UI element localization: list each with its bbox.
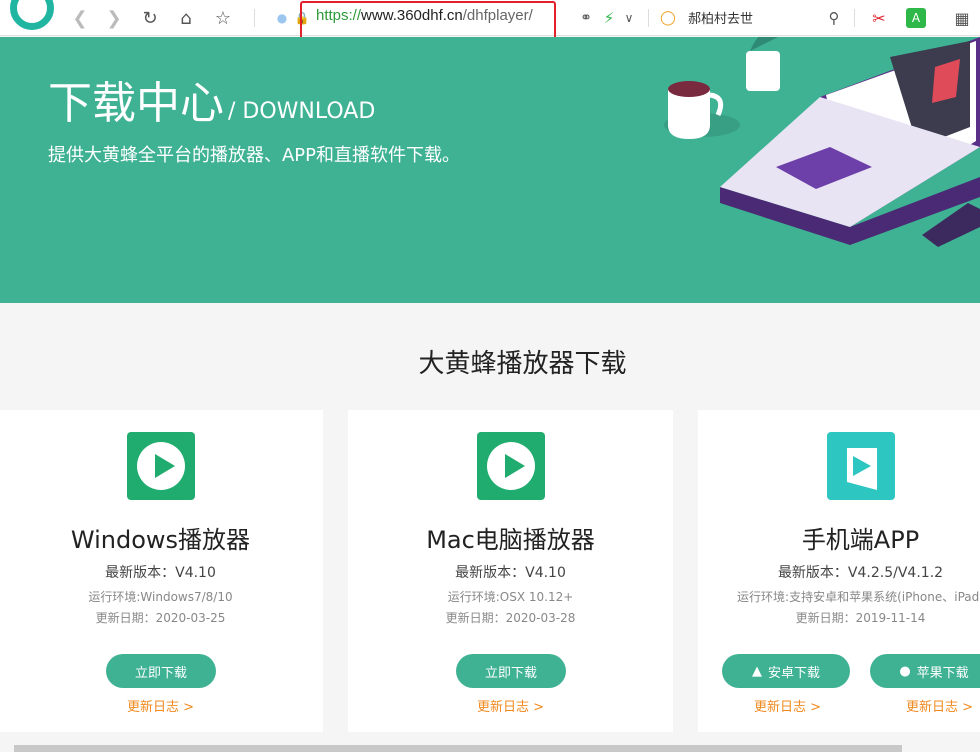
card-title: Windows播放器	[70, 526, 251, 554]
version-text: 最新版本：V4.10	[455, 565, 566, 581]
url-highlight-box	[300, 1, 556, 41]
ios-download-label: 苹果下载	[916, 665, 969, 681]
card-title: Mac电脑播放器	[426, 526, 595, 554]
download-card-windows: Windows播放器 最新版本：V4.10 运行环境:Windows7/8/10…	[0, 410, 323, 732]
reload-icon[interactable]: ↻	[138, 6, 162, 30]
hero-subtitle: 提供大黄蜂全平台的播放器、APP和直播软件下载。	[48, 145, 461, 166]
download-button[interactable]: 立即下载	[456, 654, 566, 688]
changelog-link[interactable]: 更新日志 >	[0, 696, 323, 715]
back-icon[interactable]: ❮	[68, 6, 92, 30]
chevron-down-icon[interactable]: ∨	[617, 6, 641, 30]
play-icon	[126, 432, 195, 500]
card-title: 手机端APP	[801, 526, 920, 554]
android-icon: ▲	[751, 663, 762, 679]
translate-icon[interactable]: A	[906, 8, 926, 28]
update-date-text: 更新日期：2019-11-14	[795, 611, 926, 625]
environment-text: 运行环境:Windows7/8/10	[88, 590, 233, 604]
bookmark-star-icon[interactable]: ☆	[211, 6, 235, 30]
toolbar-separator	[854, 9, 855, 27]
android-download-button[interactable]: ▲ 安卓下载	[722, 654, 850, 688]
scissors-icon[interactable]: ✂	[867, 6, 891, 30]
hero-title-en: / DOWNLOAD	[228, 99, 376, 124]
search-input[interactable]: 郝柏村去世	[688, 8, 753, 27]
search-engine-icon[interactable]: ◯	[656, 6, 680, 30]
version-text: 最新版本：V4.10	[105, 565, 216, 581]
toolbar-separator	[254, 9, 255, 27]
update-date-text: 更新日期：2020-03-25	[95, 611, 226, 625]
forward-icon[interactable]: ❯	[102, 6, 126, 30]
laptop-illustration	[664, 37, 980, 247]
browser-logo-icon	[10, 0, 54, 30]
android-changelog-link[interactable]: 更新日志 >	[754, 696, 821, 715]
environment-text: 运行环境:OSX 10.12+	[447, 590, 574, 604]
ios-changelog-link[interactable]: 更新日志 >	[906, 696, 973, 715]
search-icon[interactable]: ⚲	[822, 6, 846, 30]
home-icon[interactable]: ⌂	[174, 6, 198, 30]
mobile-app-icon	[826, 432, 895, 500]
horizontal-scrollbar[interactable]	[14, 745, 902, 752]
android-download-label: 安卓下载	[767, 665, 820, 681]
share-icon[interactable]: ⚭	[574, 6, 598, 30]
version-text: 最新版本：V4.2.5/V4.1.2	[777, 565, 944, 581]
section-title: 大黄蜂播放器下载	[418, 349, 627, 379]
ios-download-button[interactable]: ● 苹果下载	[870, 654, 980, 688]
download-button[interactable]: 立即下载	[106, 654, 216, 688]
download-card-mac: Mac电脑播放器 最新版本：V4.10 运行环境:OSX 10.12+ 更新日期…	[348, 410, 673, 732]
changelog-link[interactable]: 更新日志 >	[348, 696, 673, 715]
apps-grid-icon[interactable]: ▦	[950, 6, 974, 30]
hero-title: 下载中心 / DOWNLOAD	[48, 67, 375, 131]
update-date-text: 更新日期：2020-03-28	[445, 611, 576, 625]
browser-toolbar: ❮ ❯ ↻ ⌂ ☆ ● 🔒 https://www.360dhf.cn/dhfp…	[0, 0, 980, 41]
play-icon	[476, 432, 545, 500]
hero-banner: 下载中心 / DOWNLOAD 提供大黄蜂全平台的播放器、APP和直播软件下载。	[0, 37, 980, 303]
toolbar-separator	[648, 9, 649, 27]
hero-title-cn: 下载中心	[48, 78, 224, 129]
download-card-mobile: 手机端APP 最新版本：V4.2.5/V4.1.2 运行环境:支持安卓和苹果系统…	[698, 410, 980, 732]
apple-icon: ●	[899, 663, 911, 679]
environment-text: 运行环境:支持安卓和苹果系统(iPhone、iPad)	[737, 590, 980, 604]
